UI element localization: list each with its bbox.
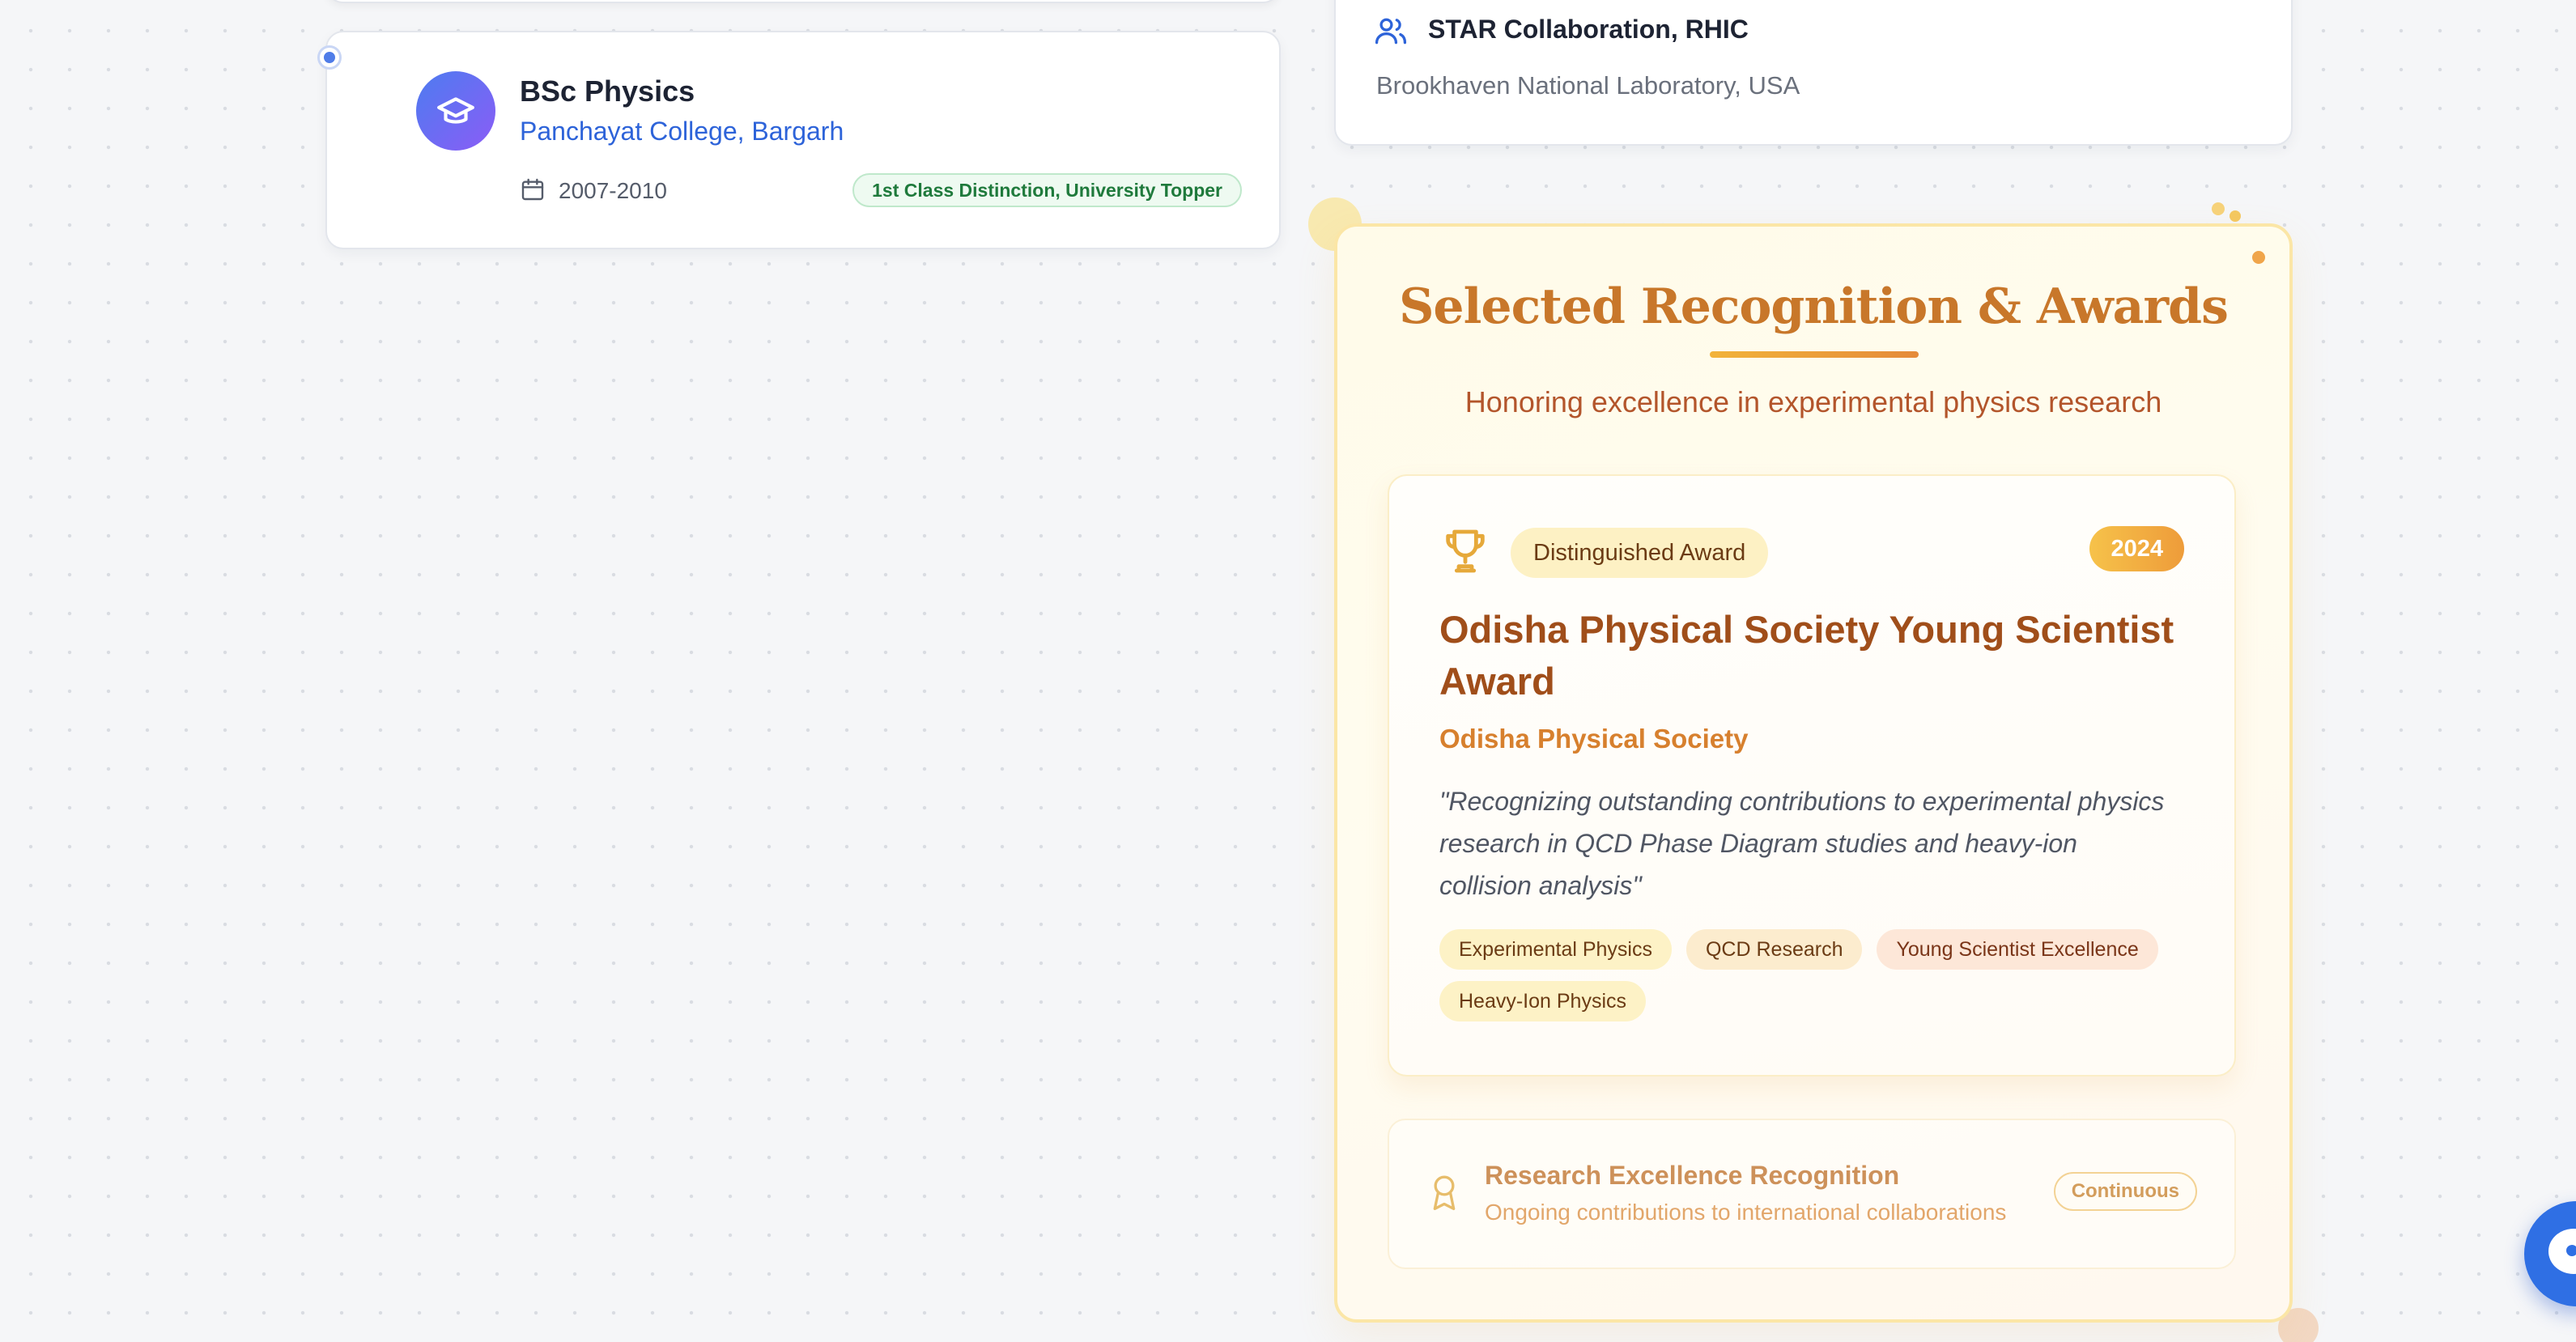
previous-education-card	[325, 0, 1281, 3]
tag-chip: Heavy-Ion Physics	[1439, 981, 1647, 1021]
secondary-award-title: Research Excellence Recognition	[1485, 1161, 1900, 1190]
chat-icon-dot	[2566, 1245, 2576, 1256]
degree-title: BSc Physics	[520, 74, 695, 108]
secondary-award-description: Ongoing contributions to international c…	[1485, 1200, 2007, 1225]
awards-section: Selected Recognition & Awards Honoring e…	[1334, 223, 2293, 1323]
decorative-dot	[2212, 202, 2225, 215]
award-name: Odisha Physical Society Young Scientist …	[1439, 608, 2174, 703]
tag-chip: Experimental Physics	[1439, 929, 1672, 970]
trophy-icon	[1446, 529, 1485, 573]
title-underline	[1710, 351, 1919, 358]
honor-badge: 1st Class Distinction, University Topper	[852, 173, 1242, 207]
collaboration-card: STAR Collaboration, RHIC Brookhaven Nati…	[1334, 0, 2293, 146]
secondary-award-card: Research Excellence Recognition Ongoing …	[1388, 1119, 2236, 1269]
institution-link[interactable]: Panchayat College, Bargarh	[520, 117, 844, 147]
decorative-dot	[2230, 210, 2241, 222]
decorative-dot	[2252, 251, 2265, 264]
collaboration-location: Brookhaven National Laboratory, USA	[1376, 71, 1800, 100]
graduation-cap-icon	[437, 97, 474, 124]
status-badge: Continuous	[2053, 1172, 2197, 1211]
award-tags: Experimental Physics QCD Research Young …	[1439, 929, 2184, 1021]
tag-chip: Young Scientist Excellence	[1877, 929, 2158, 970]
awards-subtitle: Honoring excellence in experimental phys…	[1464, 385, 2162, 418]
award-organization: Odisha Physical Society	[1439, 724, 1749, 754]
calendar-icon	[521, 178, 544, 201]
award-ribbon-icon	[1433, 1175, 1456, 1210]
timeline-marker	[317, 45, 342, 70]
award-year-badge: 2024	[2089, 526, 2184, 571]
tag-chip: QCD Research	[1685, 929, 1863, 970]
awards-title: Selected Recognition & Awards	[1399, 278, 2229, 335]
award-citation: "Recognizing outstanding contributions t…	[1439, 787, 2165, 900]
education-avatar	[416, 71, 495, 151]
collaboration-name: STAR Collaboration, RHIC	[1428, 15, 1749, 44]
chat-button[interactable]	[2524, 1201, 2576, 1306]
users-icon	[1375, 18, 1407, 45]
award-type-badge: Distinguished Award	[1511, 528, 1769, 578]
education-card: BSc Physics Panchayat College, Bargarh 2…	[325, 31, 1281, 249]
featured-award-card: Distinguished Award 2024 Odisha Physical…	[1388, 474, 2236, 1077]
education-years: 2007-2010	[559, 178, 667, 203]
